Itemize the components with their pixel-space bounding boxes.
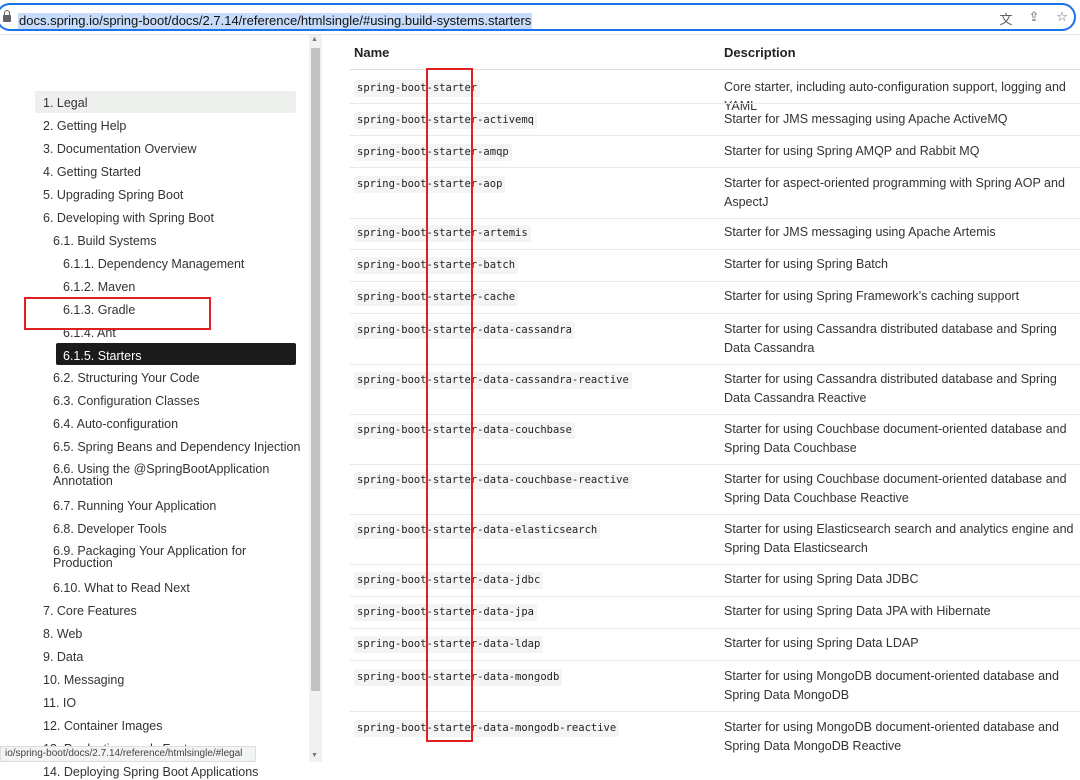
lock-icon[interactable] xyxy=(3,10,11,22)
toc-item-legal[interactable]: 1. Legal xyxy=(43,96,87,111)
starter-description: Starter for using Spring Framework’s cac… xyxy=(724,289,1020,303)
toc-item-developer-tools[interactable]: 6.8. Developer Tools xyxy=(53,522,167,537)
starter-name: spring-boot-starter-data-cassandra-react… xyxy=(354,372,632,389)
scroll-up-arrow-icon[interactable]: ▲ xyxy=(311,36,318,43)
sidebar-scrollbar-thumb[interactable] xyxy=(311,48,320,691)
translate-icon[interactable]: 文 xyxy=(998,9,1014,28)
toc-item-io[interactable]: 11. IO xyxy=(43,696,76,711)
starter-description: Starter for using Cassandra distributed … xyxy=(724,322,1057,355)
starter-description: Starter for using MongoDB document-orien… xyxy=(724,669,1059,702)
starter-description: Starter for aspect-oriented programming … xyxy=(724,176,1065,209)
starter-description: Starter for using MongoDB document-orien… xyxy=(724,720,1059,753)
toc-item-structuring-code[interactable]: 6.2. Structuring Your Code xyxy=(53,371,200,386)
starter-name: spring-boot-starter-data-elasticsearch xyxy=(354,522,601,539)
starter-description: Starter for using Elasticsearch search a… xyxy=(724,522,1074,555)
toc-item-dependency-management[interactable]: 6.1.1. Dependency Management xyxy=(63,257,244,272)
starter-description: Starter for using Spring Data JPA with H… xyxy=(724,604,991,618)
omnibox[interactable]: docs.spring.io/spring-boot/docs/2.7.14/r… xyxy=(0,3,1076,31)
toc-item-auto-configuration[interactable]: 6.4. Auto-configuration xyxy=(53,417,178,432)
toc-item-messaging[interactable]: 10. Messaging xyxy=(43,673,124,688)
address-bar: docs.spring.io/spring-boot/docs/2.7.14/r… xyxy=(0,0,1080,35)
toc-item-getting-started[interactable]: 4. Getting Started xyxy=(43,165,141,180)
toc-item-getting-help[interactable]: 2. Getting Help xyxy=(43,119,126,134)
starter-description: Starter for JMS messaging using Apache A… xyxy=(724,225,996,239)
column-header-name: Name xyxy=(354,45,390,60)
toc-item-what-to-read-next[interactable]: 6.10. What to Read Next xyxy=(53,581,190,596)
red-annotation-box-starters xyxy=(24,297,211,330)
toc-item-spring-beans[interactable]: 6.5. Spring Beans and Dependency Injecti… xyxy=(53,440,300,455)
starter-description: Starter for using Spring Data LDAP xyxy=(724,636,919,650)
status-bar-link-preview: io/spring-boot/docs/2.7.14/reference/htm… xyxy=(0,746,256,762)
starter-description: Starter for using Spring Batch xyxy=(724,257,888,271)
toc-item-web[interactable]: 8. Web xyxy=(43,627,82,642)
toc-item-core-features[interactable]: 7. Core Features xyxy=(43,604,137,619)
starter-name: spring-boot-starter-data-mongodb-reactiv… xyxy=(354,720,620,737)
toc-item-packaging[interactable]: 6.9. Packaging Your Application for Prod… xyxy=(53,545,293,570)
toc-item-upgrading[interactable]: 5. Upgrading Spring Boot xyxy=(43,188,183,203)
toc-item-data[interactable]: 9. Data xyxy=(43,650,83,665)
toc-item-developing[interactable]: 6. Developing with Spring Boot xyxy=(43,211,214,226)
share-icon[interactable]: ⇪ xyxy=(1026,9,1042,28)
toc-item-starters[interactable]: 6.1.5. Starters xyxy=(63,349,142,364)
toc-item-documentation-overview[interactable]: 3. Documentation Overview xyxy=(43,142,197,157)
toc-sidebar: 1. Legal 2. Getting Help 3. Documentatio… xyxy=(0,35,308,779)
starter-name: spring-boot-starter-data-couchbase-react… xyxy=(354,472,632,489)
toc-item-running-application[interactable]: 6.7. Running Your Application xyxy=(53,499,216,514)
starter-description: Starter for using Spring Data JDBC xyxy=(724,572,919,586)
column-header-description: Description xyxy=(724,45,796,60)
starter-description: Starter for using Couchbase document-ori… xyxy=(724,472,1067,505)
toc-item-springbootapplication[interactable]: 6.6. Using the @SpringBootApplication An… xyxy=(53,463,293,488)
starter-description: Starter for using Cassandra distributed … xyxy=(724,372,1057,405)
starter-description: Starter for using Couchbase document-ori… xyxy=(724,422,1067,455)
url-text[interactable]: docs.spring.io/spring-boot/docs/2.7.14/r… xyxy=(18,13,533,29)
toc-item-configuration-classes[interactable]: 6.3. Configuration Classes xyxy=(53,394,200,409)
toc-item-deploying[interactable]: 14. Deploying Spring Boot Applications xyxy=(43,765,258,780)
red-annotation-box-starter-column xyxy=(426,68,473,742)
toc-item-build-systems[interactable]: 6.1. Build Systems xyxy=(53,234,157,249)
toc-item-container-images[interactable]: 12. Container Images xyxy=(43,719,163,734)
star-icon[interactable]: ☆ xyxy=(1054,9,1070,28)
scroll-down-arrow-icon[interactable]: ▼ xyxy=(311,752,318,759)
toc-item-maven[interactable]: 6.1.2. Maven xyxy=(63,280,135,295)
starter-description: Starter for JMS messaging using Apache A… xyxy=(724,112,1008,126)
starter-description: Starter for using Spring AMQP and Rabbit… xyxy=(724,144,980,158)
toolbar-icons: 文 ⇪ ☆ xyxy=(998,9,1070,28)
